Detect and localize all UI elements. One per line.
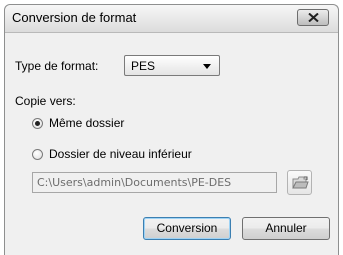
format-type-select[interactable]: PES: [124, 55, 220, 76]
cancel-button[interactable]: Annuler: [242, 217, 330, 240]
title-bar: Conversion de format: [5, 5, 338, 33]
destination-path-text: C:\Users\admin\Documents\PE-DES: [37, 176, 232, 189]
radio-selected-dot: [35, 121, 40, 126]
format-type-label: Type de format:: [15, 59, 99, 73]
conversion-dialog: Conversion de format Type de format: PES…: [4, 4, 339, 255]
close-button[interactable]: [297, 9, 329, 26]
destination-path-field: C:\Users\admin\Documents\PE-DES: [32, 172, 277, 193]
browse-folder-button[interactable]: [287, 170, 312, 195]
same-folder-radio[interactable]: [32, 118, 43, 129]
chevron-down-icon: [203, 64, 211, 69]
subfolder-label[interactable]: Dossier de niveau inférieur: [49, 147, 192, 161]
format-type-value: PES: [131, 59, 156, 73]
conversion-button[interactable]: Conversion: [143, 217, 231, 240]
close-icon: [308, 13, 319, 22]
subfolder-radio[interactable]: [32, 149, 43, 160]
window-title: Conversion de format: [12, 10, 137, 25]
folder-icon: [292, 176, 309, 189]
same-folder-label[interactable]: Même dossier: [49, 116, 124, 130]
copy-to-label: Copie vers:: [15, 94, 76, 108]
